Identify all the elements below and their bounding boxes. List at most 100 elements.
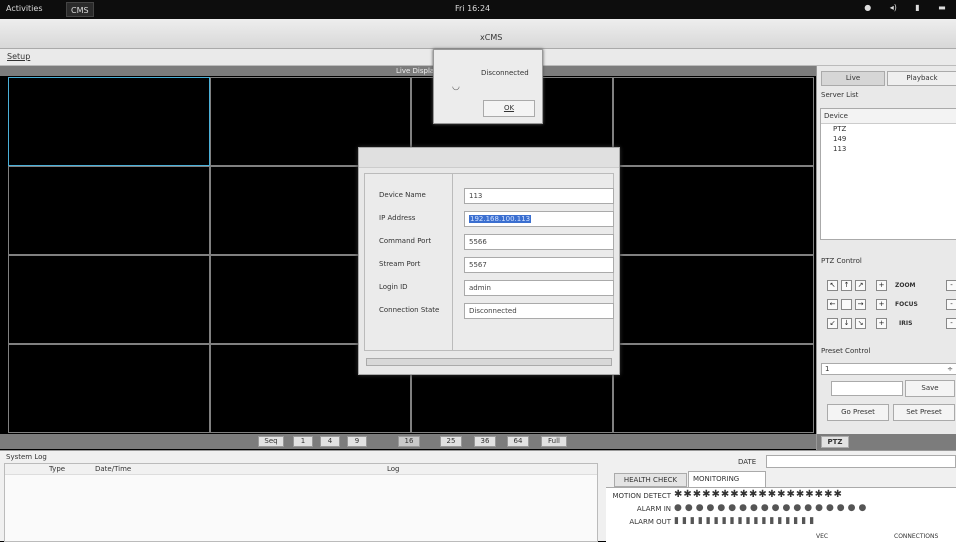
focus-label: FOCUS <box>895 301 918 308</box>
tab-monitoring[interactable]: MONITORING <box>688 471 766 487</box>
column-header-log[interactable]: Log <box>387 465 400 473</box>
device-name-field[interactable]: 113 <box>464 188 614 204</box>
user-menu-icon[interactable]: ▬ <box>938 3 946 12</box>
server-list-label: Server List <box>821 91 859 99</box>
app-menu-button[interactable]: CMS <box>66 2 94 17</box>
tab-playback[interactable]: Playback <box>887 71 956 86</box>
right-panel: Live Playback Server List Device PTZ 149… <box>816 66 956 450</box>
focus-in-button[interactable]: + <box>876 299 887 310</box>
video-cell[interactable] <box>8 344 210 433</box>
video-cell[interactable] <box>8 166 210 255</box>
zoom-in-button[interactable]: + <box>876 280 887 291</box>
alert-message: Disconnected <box>481 69 529 77</box>
go-preset-button[interactable]: Go Preset <box>827 404 889 421</box>
ptz-right-button[interactable]: → <box>855 299 866 310</box>
date-field[interactable] <box>766 455 956 468</box>
video-cell[interactable] <box>8 77 210 166</box>
ip-address-field[interactable]: 192.168.100.113 <box>464 211 614 227</box>
ip-address-label: IP Address <box>379 214 416 222</box>
device-item[interactable]: PTZ <box>821 124 956 134</box>
device-tree[interactable]: Device PTZ 149 113 <box>820 108 956 240</box>
spinner-icon: ÷ <box>947 365 953 373</box>
preset-select[interactable]: 1 ÷ <box>821 363 956 375</box>
zoom-out-button[interactable]: - <box>946 280 956 291</box>
device-item[interactable]: 113 <box>821 144 956 154</box>
monitoring-panel: MOTION DETECT ALARM IN ALARM OUT ✱✱✱✱✱✱✱… <box>606 487 956 542</box>
tab-health-check[interactable]: HEALTH CHECK <box>614 473 687 487</box>
menu-setup[interactable]: Setup <box>7 52 30 61</box>
device-tree-header: Device <box>821 109 956 124</box>
alarm-out-indicators: ▮▮▮▮▮▮▮▮▮▮▮▮▮▮▮▮▮▮ <box>674 516 818 526</box>
ptz-down-button[interactable]: ↓ <box>841 318 852 329</box>
layout-16-button[interactable]: 16 <box>398 436 420 447</box>
form-row: Connection State Disconnected <box>365 301 614 321</box>
device-name-label: Device Name <box>379 191 426 199</box>
ptz-left-button[interactable]: ← <box>827 299 838 310</box>
iris-open-button[interactable]: + <box>876 318 887 329</box>
ptz-up-button[interactable]: ↑ <box>841 280 852 291</box>
progress-bar <box>366 358 612 366</box>
vec-label: VEC <box>816 533 829 540</box>
ok-button[interactable]: OK <box>483 100 535 117</box>
ptz-home-button[interactable] <box>841 299 852 310</box>
activities-button[interactable]: Activities <box>6 4 43 13</box>
layout-1-button[interactable]: 1 <box>293 436 313 447</box>
motion-detect-indicators: ✱✱✱✱✱✱✱✱✱✱✱✱✱✱✱✱✱✱ <box>674 489 843 500</box>
ptz-down-right-button[interactable]: ↘ <box>855 318 866 329</box>
video-cell[interactable] <box>612 344 814 433</box>
alarm-in-indicators: ●●●●●●●●●●●●●●●●●● <box>674 503 870 513</box>
window-titlebar: xCMS <box>0 19 956 49</box>
disconnected-alert-dialog: ◡ Disconnected OK <box>433 49 543 124</box>
form-row: Command Port 5566 <box>365 232 614 252</box>
column-header-type[interactable]: Type <box>49 465 65 473</box>
layout-64-button[interactable]: 64 <box>507 436 529 447</box>
clock[interactable]: Fri 16:24 <box>455 4 490 13</box>
preset-select-value: 1 <box>825 365 830 373</box>
set-preset-button[interactable]: Set Preset <box>893 404 955 421</box>
form-row: IP Address 192.168.100.113 <box>365 209 614 229</box>
system-tray[interactable]: ● ◂) ▮ ▬ <box>855 3 955 12</box>
login-id-field[interactable]: admin <box>464 280 614 296</box>
device-item[interactable]: 149 <box>821 134 956 144</box>
system-log-table[interactable]: Type Date/Time Log <box>4 463 598 542</box>
system-log-label: System Log <box>6 453 47 461</box>
preset-name-input[interactable] <box>831 381 903 396</box>
live-display-title: Live Display <box>396 67 439 75</box>
video-cell[interactable] <box>612 166 814 255</box>
layout-bar: Seq 1 4 9 16 25 36 64 Full <box>0 434 816 449</box>
ptz-control-label: PTZ Control <box>821 257 862 265</box>
video-cell[interactable] <box>8 255 210 344</box>
accessibility-icon[interactable]: ● <box>864 3 871 12</box>
layout-9-button[interactable]: 9 <box>347 436 367 447</box>
layout-25-button[interactable]: 25 <box>440 436 462 447</box>
preset-control-label: Preset Control <box>821 347 871 355</box>
connections-label: CONNECTIONS <box>894 533 939 540</box>
connection-state-field: Disconnected <box>464 303 614 319</box>
focus-out-button[interactable]: - <box>946 299 956 310</box>
tab-ptz[interactable]: PTZ <box>821 436 849 448</box>
battery-icon[interactable]: ▮ <box>915 3 919 12</box>
save-preset-button[interactable]: Save <box>905 380 955 397</box>
video-cell[interactable] <box>612 77 814 166</box>
ptz-up-left-button[interactable]: ↖ <box>827 280 838 291</box>
ptz-up-right-button[interactable]: ↗ <box>855 280 866 291</box>
info-icon: ◡ <box>452 82 460 92</box>
tab-live[interactable]: Live <box>821 71 885 86</box>
video-cell[interactable] <box>612 255 814 344</box>
alarm-in-label: ALARM IN <box>636 505 671 513</box>
column-header-datetime[interactable]: Date/Time <box>95 465 131 473</box>
volume-icon[interactable]: ◂) <box>890 3 897 12</box>
layout-4-button[interactable]: 4 <box>320 436 340 447</box>
login-id-label: Login ID <box>379 283 408 291</box>
stream-port-field[interactable]: 5567 <box>464 257 614 273</box>
iris-close-button[interactable]: - <box>946 318 956 329</box>
app-menu-label: CMS <box>71 6 89 15</box>
seq-button[interactable]: Seq <box>258 436 284 447</box>
motion-detect-label: MOTION DETECT <box>612 492 671 500</box>
command-port-field[interactable]: 5566 <box>464 234 614 250</box>
system-top-bar: Activities CMS Fri 16:24 ● ◂) ▮ ▬ <box>0 0 956 19</box>
layout-36-button[interactable]: 36 <box>474 436 496 447</box>
layout-full-button[interactable]: Full <box>541 436 567 447</box>
ptz-down-left-button[interactable]: ↙ <box>827 318 838 329</box>
live-display-header: Live Display <box>0 66 816 76</box>
